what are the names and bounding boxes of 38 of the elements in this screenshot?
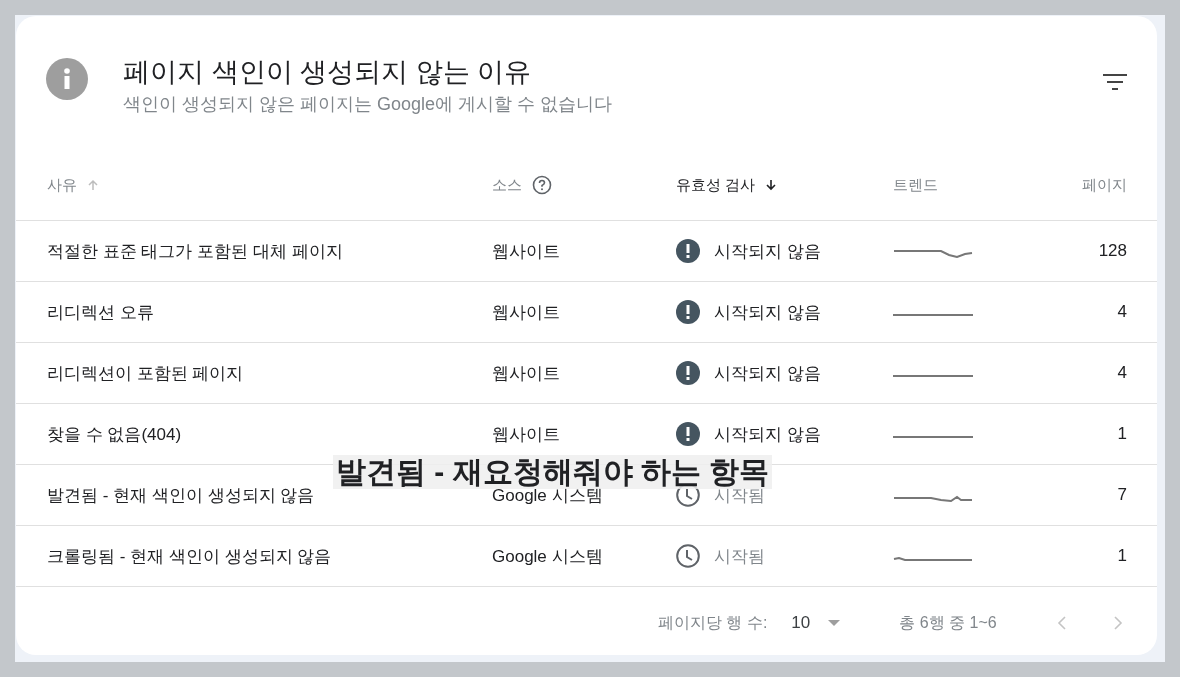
filter-icon[interactable]	[1103, 74, 1127, 90]
table-cell-text: 웹사이트	[492, 301, 560, 324]
table-cell-text: 리디렉션 오류	[47, 301, 154, 324]
column-header[interactable]: 유효성 검사	[676, 175, 756, 195]
table-cell-text: 웹사이트	[492, 423, 560, 446]
dropdown-caret-icon	[828, 620, 841, 626]
status-text: 시작됨	[714, 545, 765, 568]
table-cell: 4	[1117, 363, 1127, 383]
help-icon[interactable]	[532, 175, 552, 195]
card-subtitle: 색인이 생성되지 않은 페이지는 Google에 게시할 수 없습니다	[123, 93, 614, 116]
table-cell: 4	[1117, 302, 1127, 322]
table-cell-text: 찾을 수 없음(404)	[47, 423, 182, 446]
status-text: 시작되지 않음	[714, 362, 821, 385]
table-cell: 128	[1098, 241, 1127, 261]
table-cell-text: Google 시스템	[492, 545, 603, 568]
overlay-caption: 발견됨 - 재요청해줘야 하는 항목	[333, 455, 773, 489]
status-text: 시작되지 않음	[714, 301, 821, 324]
sort-down-arrow-icon[interactable]	[765, 179, 778, 191]
table-cell-text: 리디렉션이 포함된 페이지	[47, 362, 244, 385]
table-cell-text: 발견됨 - 현재 색인이 생성되지 않음	[47, 484, 315, 507]
info-icon	[46, 58, 88, 100]
card-title: 페이지 색인이 생성되지 않는 이유	[123, 56, 532, 88]
table-cell-text: 적절한 표준 태그가 포함된 대체 페이지	[47, 240, 343, 263]
table-cell: 1	[1117, 546, 1127, 566]
table-cell-text: 크롤링됨 - 현재 색인이 생성되지 않음	[47, 545, 332, 568]
status-text: 시작되지 않음	[714, 423, 821, 446]
column-header[interactable]: 소스	[492, 175, 522, 195]
column-header[interactable]: 트렌드	[893, 175, 938, 195]
rows-per-page-label: 페이지당 행 수:	[658, 612, 768, 633]
table-cell: 1	[1117, 424, 1127, 444]
column-header[interactable]: 사유	[47, 175, 77, 195]
page-range-text: 총 6행 중 1~6	[899, 612, 997, 633]
rows-per-page-dropdown[interactable]: 10	[791, 613, 841, 633]
status-text: 시작되지 않음	[714, 240, 821, 263]
table-cell-text: 웹사이트	[492, 362, 560, 385]
table-cell: 7	[1117, 485, 1127, 505]
table-cell-text: 웹사이트	[492, 240, 560, 263]
column-header[interactable]: 페이지	[1082, 175, 1127, 195]
